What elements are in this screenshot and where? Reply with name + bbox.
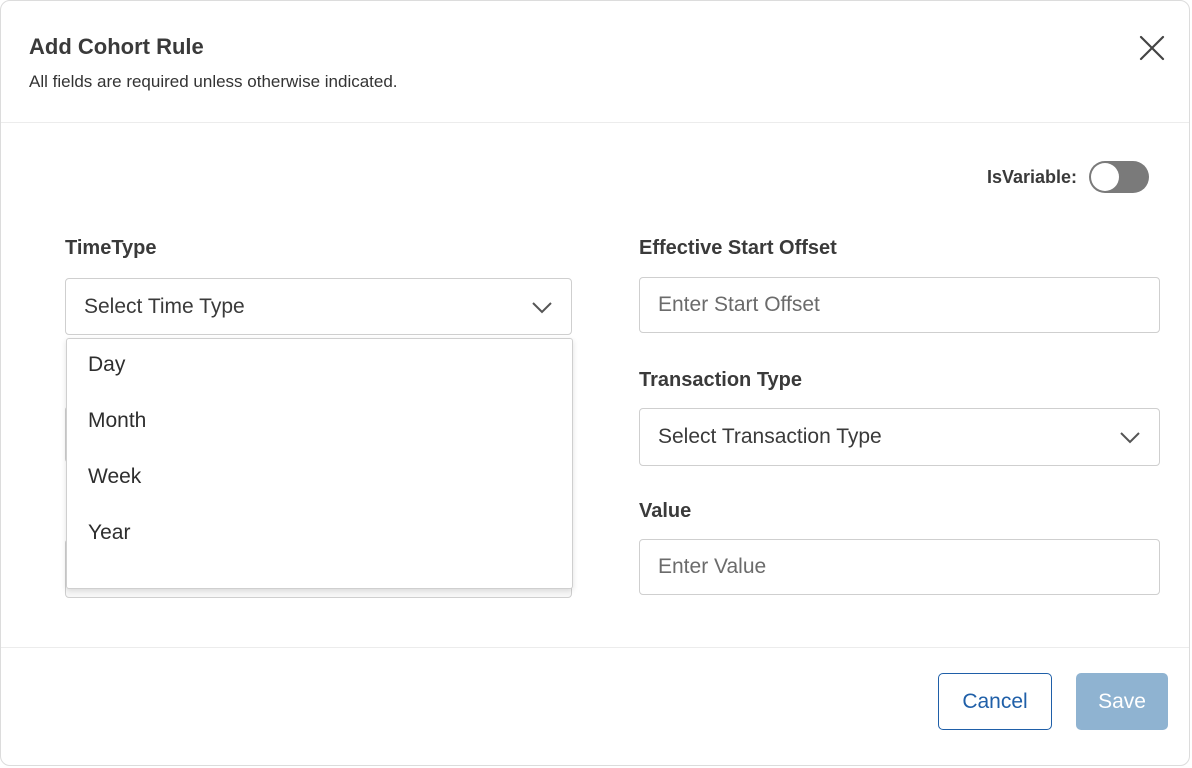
value-input[interactable]: Enter Value xyxy=(639,539,1160,595)
footer-divider xyxy=(1,647,1189,648)
dropdown-option-week[interactable]: Week xyxy=(67,465,572,521)
chevron-down-icon xyxy=(1120,432,1140,444)
close-button[interactable] xyxy=(1137,33,1167,63)
start-offset-placeholder: Enter Start Offset xyxy=(658,293,820,316)
is-variable-row: IsVariable: xyxy=(987,161,1149,193)
close-icon xyxy=(1139,35,1165,61)
start-offset-label: Effective Start Offset xyxy=(639,237,837,259)
dropdown-option-day[interactable]: Day xyxy=(67,353,572,409)
time-type-label: TimeType xyxy=(65,237,157,259)
start-offset-input[interactable]: Enter Start Offset xyxy=(639,277,1160,333)
time-type-dropdown: Day Month Week Year xyxy=(66,338,573,589)
dropdown-option-year[interactable]: Year xyxy=(67,521,572,577)
value-placeholder: Enter Value xyxy=(658,555,767,578)
is-variable-label: IsVariable: xyxy=(986,166,1077,187)
value-label: Value xyxy=(639,500,692,522)
modal-subtitle: All fields are required unless otherwise… xyxy=(29,72,398,91)
dropdown-option-month[interactable]: Month xyxy=(67,409,572,465)
time-type-value: Select Time Type xyxy=(84,294,245,318)
transaction-type-value: Select Transaction Type xyxy=(658,425,882,448)
add-cohort-rule-modal: Add Cohort Rule All fields are required … xyxy=(0,0,1190,766)
is-variable-toggle[interactable] xyxy=(1089,161,1149,193)
time-type-select[interactable]: Select Time Type xyxy=(65,278,572,335)
toggle-knob xyxy=(1091,163,1119,191)
chevron-down-icon xyxy=(532,301,552,313)
transaction-type-select[interactable]: Select Transaction Type xyxy=(639,408,1160,466)
modal-header: Add Cohort Rule All fields are required … xyxy=(1,1,1189,123)
modal-title: Add Cohort Rule xyxy=(29,34,204,59)
cancel-button[interactable]: Cancel xyxy=(938,673,1052,730)
save-button[interactable]: Save xyxy=(1076,673,1168,730)
transaction-type-label: Transaction Type xyxy=(639,369,803,391)
